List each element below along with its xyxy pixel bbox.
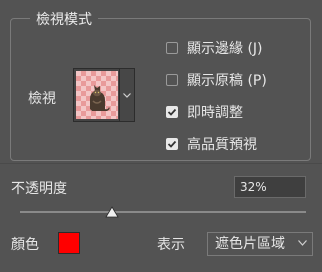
view-label: 檢視 [28, 91, 56, 107]
cat-thumbnail-icon [90, 85, 110, 111]
show-edge-option[interactable]: 顯示邊緣 (J) [166, 38, 263, 58]
slider-triangle-icon [104, 206, 119, 218]
show-label: 表示 [157, 237, 185, 253]
show-select-value: 遮色片區域 [215, 236, 285, 252]
opacity-label: 不透明度 [11, 181, 67, 197]
high-quality-preview-option[interactable]: 高品質預視 [166, 134, 257, 154]
show-select[interactable]: 遮色片區域 [207, 232, 313, 256]
high-quality-preview-label: 高品質預視 [187, 137, 257, 153]
view-mode-dropdown[interactable] [119, 69, 134, 121]
checkmark-icon [167, 108, 177, 116]
chevron-down-icon [123, 92, 131, 98]
view-mode-picker[interactable] [73, 68, 135, 122]
show-original-checkbox[interactable] [166, 74, 178, 86]
high-quality-preview-checkbox[interactable] [166, 138, 178, 150]
view-thumbnail[interactable] [76, 71, 118, 119]
opacity-field[interactable]: 32% [234, 176, 306, 198]
chevron-down-icon [298, 240, 307, 246]
checkmark-icon [167, 140, 177, 148]
realtime-refine-checkbox[interactable] [166, 106, 178, 118]
color-label: 顏色 [11, 237, 39, 253]
section-divider [0, 163, 322, 164]
show-edge-label: 顯示邊緣 (J) [187, 41, 263, 57]
show-edge-checkbox[interactable] [166, 42, 178, 54]
opacity-slider[interactable] [20, 211, 306, 213]
color-swatch[interactable] [58, 232, 80, 254]
realtime-refine-option[interactable]: 即時調整 [166, 102, 243, 122]
show-original-label: 顯示原稿 (P) [187, 73, 267, 89]
realtime-refine-label: 即時調整 [187, 105, 243, 121]
view-mode-title: 檢視模式 [30, 9, 98, 29]
refine-view-panel: 檢視模式 檢視 顯示邊緣 (J) 顯示原稿 (P) 即時調整 高品質預視 不透明… [0, 0, 322, 272]
show-original-option[interactable]: 顯示原稿 (P) [166, 70, 267, 90]
